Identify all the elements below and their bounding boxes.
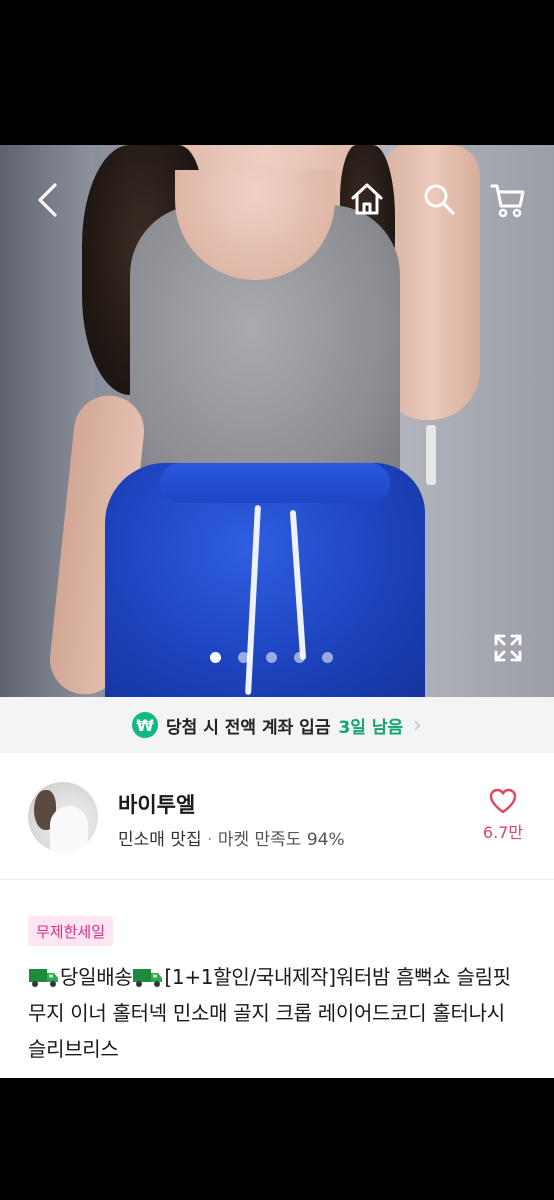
search-button[interactable] — [418, 178, 460, 220]
expand-button[interactable] — [488, 628, 528, 668]
seller-avatar[interactable] — [28, 782, 98, 852]
separator-dot: · — [207, 830, 213, 850]
product-image[interactable] — [0, 145, 554, 697]
home-button[interactable] — [346, 178, 388, 220]
back-button[interactable] — [28, 180, 68, 220]
page-dot[interactable] — [266, 652, 277, 663]
status-bar-area — [0, 0, 554, 145]
page-dot[interactable] — [294, 652, 305, 663]
home-icon — [351, 183, 383, 215]
seller-name[interactable]: 바이투엘 — [118, 789, 195, 819]
promo-text: 당첨 시 전액 계좌 입금 — [166, 717, 331, 738]
product-info: 바이투엘 민소매 맛집 · 마켓 만족도 94% 6.7만 무제한세일 당일배송 — [0, 753, 554, 1078]
avatar-shape — [50, 806, 88, 852]
bottom-area — [0, 1078, 554, 1200]
search-icon — [424, 184, 455, 215]
promo-banner[interactable]: ₩ 당첨 시 전액 계좌 입금 3일 남음 › — [0, 697, 554, 753]
divider — [0, 879, 554, 880]
truck-icon — [29, 969, 58, 987]
seller-subtitle: 민소매 맛집 · 마켓 만족도 94% — [118, 825, 345, 850]
won-coin-icon: ₩ — [132, 712, 159, 738]
seller-category: 민소매 맛집 — [118, 830, 202, 850]
truck-icon — [133, 969, 163, 987]
sale-badge: 무제한세일 — [28, 916, 114, 946]
heart-icon — [489, 788, 517, 814]
like-button[interactable]: 6.7만 — [478, 787, 528, 851]
expand-icon — [494, 634, 522, 662]
chevron-right-icon: › — [413, 712, 422, 738]
cart-button[interactable] — [486, 178, 530, 222]
like-count: 6.7만 — [482, 823, 524, 842]
image-page-indicator[interactable] — [210, 652, 333, 663]
page-dot[interactable] — [210, 652, 221, 663]
product-title-part1: 당일배송 — [60, 965, 133, 989]
seller-satisfaction: 마켓 만족도 94% — [217, 830, 345, 850]
page-dot[interactable] — [322, 652, 333, 663]
product-title: 당일배송 [1+1할인/국내제작]워터밤 흠뻑쇼 슬림핏 무지 이너 홀터넥 민… — [28, 959, 528, 1067]
photo-shape — [426, 425, 436, 485]
cart-icon — [490, 184, 525, 218]
photo-shape — [160, 463, 390, 503]
chevron-left-icon — [38, 183, 57, 217]
promo-days-left: 3일 남음 — [338, 717, 404, 738]
page-dot[interactable] — [238, 652, 249, 663]
seller-row[interactable]: 바이투엘 민소매 맛집 · 마켓 만족도 94% 6.7만 — [0, 753, 554, 879]
